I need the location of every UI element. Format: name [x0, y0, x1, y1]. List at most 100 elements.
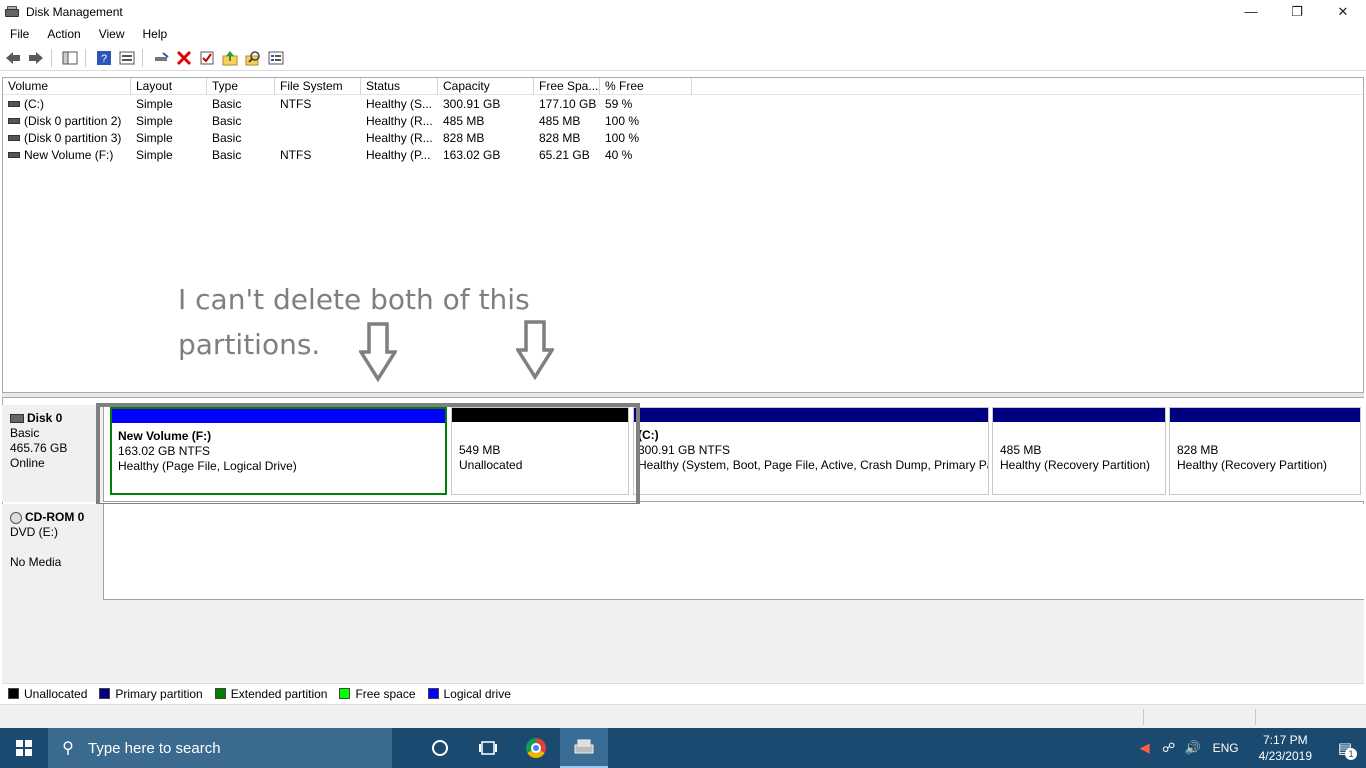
speaker-icon[interactable]: 🔊	[1181, 740, 1205, 756]
delete-icon[interactable]	[174, 48, 194, 68]
cell-type: Basic	[207, 113, 275, 130]
down-arrow-icon	[516, 320, 554, 380]
search-icon[interactable]	[243, 48, 263, 68]
partition-status: Healthy (System, Boot, Page File, Active…	[638, 458, 988, 472]
partition-recovery-2[interactable]: 828 MB Healthy (Recovery Partition)	[1169, 407, 1361, 495]
drive-icon	[8, 117, 20, 124]
menu-view[interactable]: View	[89, 27, 133, 41]
menu-action[interactable]: Action	[37, 27, 88, 41]
cell-status: Healthy (R...	[361, 113, 438, 130]
cdrom-0-label[interactable]: CD-ROM 0 DVD (E:) No Media	[2, 504, 104, 600]
menu-file[interactable]: File	[0, 27, 37, 41]
timeline-button[interactable]	[464, 728, 512, 768]
minimize-button[interactable]: —	[1228, 0, 1274, 23]
legend-label: Unallocated	[24, 686, 88, 701]
column-layout[interactable]: Layout	[131, 78, 207, 95]
properties-icon[interactable]	[117, 48, 137, 68]
column-capacity[interactable]: Capacity	[438, 78, 534, 95]
cell-type: Basic	[207, 96, 275, 113]
chrome-taskbar-icon[interactable]	[512, 728, 560, 768]
legend-item: Free space	[339, 687, 416, 701]
drive-icon	[8, 151, 20, 158]
task-view-button[interactable]	[416, 728, 464, 768]
legend-label: Extended partition	[230, 686, 328, 701]
cell-text: Healthy (R...	[366, 131, 433, 145]
notification-count: 1	[1345, 748, 1357, 760]
column-volume[interactable]: Volume	[3, 78, 131, 95]
help-icon[interactable]: ?	[94, 48, 114, 68]
cell-text: Simple	[136, 131, 173, 145]
cell-text: Healthy (P...	[366, 148, 431, 162]
column-status[interactable]: Status	[361, 78, 438, 95]
cdrom-0-area[interactable]	[104, 504, 1364, 600]
column-percent-free[interactable]: % Free	[600, 78, 692, 95]
cell-status: Healthy (R...	[361, 130, 438, 147]
cdrom-0-type: DVD (E:)	[10, 525, 58, 539]
search-icon: ⚲	[62, 740, 74, 757]
cell-status: Healthy (S...	[361, 96, 438, 113]
taskbar-clock[interactable]: 7:17 PM 4/23/2019	[1247, 732, 1324, 764]
cell-layout: Simple	[131, 130, 207, 147]
cell-volume: (Disk 0 partition 2)	[3, 113, 131, 130]
table-row[interactable]: (Disk 0 partition 3) Simple Basic Healthy (…	[3, 130, 1363, 147]
cell-percent-free: 100 %	[600, 130, 692, 147]
forward-arrow-icon[interactable]	[26, 48, 46, 68]
legend-item: Primary partition	[99, 686, 203, 701]
column-type[interactable]: Type	[207, 78, 275, 95]
connect-drive-icon[interactable]	[151, 48, 171, 68]
table-row[interactable]: (C:) Simple Basic NTFS Healthy (S... 300.91 G…	[3, 96, 1363, 113]
search-placeholder: Type here to search	[88, 739, 221, 757]
windows-logo-icon	[16, 740, 32, 756]
partition-title: (C:)	[638, 428, 659, 442]
cell-percent-free: 59 %	[600, 96, 692, 113]
menu-help[interactable]: Help	[133, 27, 176, 41]
cell-layout: Simple	[131, 96, 207, 113]
clock-time: 7:17 PM	[1262, 733, 1308, 747]
check-icon[interactable]	[197, 48, 217, 68]
volume-list-header: Volume Layout Type File System Status Ca…	[3, 78, 1363, 95]
legend: Unallocated Primary partition Extended par…	[2, 683, 1364, 703]
close-button[interactable]: ✕	[1320, 0, 1366, 23]
taskbar-search-box[interactable]: ⚲ Type here to search	[48, 728, 392, 768]
import-icon[interactable]	[220, 48, 240, 68]
table-row[interactable]: (Disk 0 partition 2) Simple Basic Healthy (…	[3, 113, 1363, 130]
cell-layout: Simple	[131, 113, 207, 130]
cell-text: Healthy (R...	[366, 114, 433, 128]
cell-free-space: 485 MB	[534, 113, 600, 130]
input-language[interactable]: ENG	[1205, 741, 1247, 755]
cell-layout: Simple	[131, 147, 207, 164]
list-icon[interactable]	[266, 48, 286, 68]
console-tree-icon[interactable]	[60, 48, 80, 68]
cell-volume: (C:)	[3, 96, 131, 113]
disk-0-label[interactable]: Disk 0 Basic 465.76 GB Online	[2, 405, 104, 502]
drive-icon	[8, 100, 20, 107]
cell-text: NTFS	[280, 97, 312, 111]
start-button[interactable]	[0, 728, 48, 768]
cell-percent-free: 100 %	[600, 113, 692, 130]
restore-button[interactable]: ❐	[1274, 0, 1320, 23]
partition-c[interactable]: (C:) 300.91 GB NTFS Healthy (System, Boo…	[633, 407, 989, 495]
partition-size: 485 MB	[1000, 443, 1042, 457]
cell-text: Healthy (S...	[366, 97, 433, 111]
cell-text: Simple	[136, 97, 173, 111]
legend-swatch	[339, 688, 351, 699]
annotation-line-1: I can't delete both of this	[178, 283, 530, 316]
cell-free-space: 828 MB	[534, 130, 600, 147]
action-center-button[interactable]: ▤ 1	[1324, 728, 1366, 768]
column-file-system[interactable]: File System	[275, 78, 361, 95]
chrome-icon	[526, 738, 546, 758]
cell-text: 65.21 GB	[539, 148, 590, 162]
legend-label: Primary partition	[115, 686, 203, 701]
network-icon[interactable]: ☍	[1157, 740, 1181, 756]
volume-muted-icon[interactable]: ◀	[1133, 740, 1157, 756]
partition-status: Healthy (Recovery Partition)	[1000, 458, 1151, 472]
disk-management-taskbar-icon[interactable]	[560, 728, 608, 768]
legend-label: Logical drive	[443, 686, 511, 701]
table-row[interactable]: New Volume (F:) Simple Basic NTFS Healthy (P…	[3, 147, 1363, 164]
back-arrow-icon[interactable]	[3, 48, 23, 68]
cell-file-system: NTFS	[275, 96, 361, 113]
cell-volume: New Volume (F:)	[3, 147, 131, 164]
column-free-space[interactable]: Free Spa...	[534, 78, 600, 95]
partition-recovery-1[interactable]: 485 MB Healthy (Recovery Partition)	[992, 407, 1166, 495]
cell-text: (Disk 0 partition 2)	[24, 114, 122, 128]
